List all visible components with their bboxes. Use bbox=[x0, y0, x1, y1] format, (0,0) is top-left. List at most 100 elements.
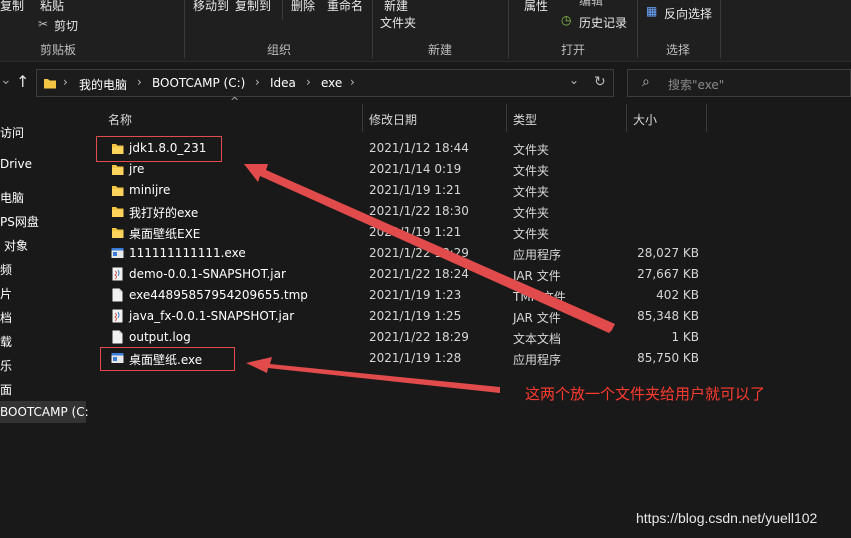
file-date: 2021/1/19 1:28 bbox=[369, 351, 462, 365]
invert-select-button[interactable]: 反向选择 bbox=[664, 5, 712, 22]
up-arrow-icon[interactable]: ↑ bbox=[16, 72, 29, 91]
move-to-button[interactable]: 移动到 bbox=[193, 0, 229, 14]
edit-button[interactable]: 编辑 bbox=[579, 0, 603, 9]
cut-button[interactable]: 剪切 bbox=[54, 17, 78, 34]
jar-icon bbox=[112, 267, 123, 281]
file-row[interactable]: 我打好的exe 2021/1/22 18:30 文件夹 bbox=[88, 201, 851, 222]
file-date: 2021/1/14 0:19 bbox=[369, 162, 462, 176]
exe-icon bbox=[111, 248, 124, 258]
file-name: jdk1.8.0_231 bbox=[129, 141, 207, 155]
chevron-right-icon: › bbox=[350, 75, 355, 89]
file-row[interactable]: java_fx-0.0.1-SNAPSHOT.jar 2021/1/19 1:25… bbox=[88, 306, 851, 327]
file-type: JAR 文件 bbox=[513, 269, 561, 283]
file-row[interactable]: exe44895857954209655.tmp 2021/1/19 1:23 TM… bbox=[88, 285, 851, 306]
address-bar[interactable]: › 我的电脑 › BOOTCAMP (C:) › Idea › exe › ⌄ … bbox=[36, 69, 614, 97]
breadcrumb-drive[interactable]: BOOTCAMP (C:) bbox=[152, 76, 245, 90]
group-open: 打开 bbox=[561, 43, 586, 57]
paste-button[interactable]: 粘贴 bbox=[40, 0, 64, 14]
ribbon-divider bbox=[372, 0, 373, 58]
file-type: 应用程序 bbox=[513, 248, 562, 262]
jar-icon bbox=[112, 309, 123, 323]
file-row[interactable]: minijre 2021/1/19 1:21 文件夹 bbox=[88, 180, 851, 201]
folder-icon bbox=[112, 144, 124, 154]
file-list: ^ 名称 修改日期 类型 大小 jdk1.8.0_231 2021/1/12 18… bbox=[88, 95, 851, 538]
folder-icon bbox=[112, 207, 124, 217]
delete-button[interactable]: 删除 bbox=[291, 0, 315, 14]
file-icon bbox=[112, 288, 123, 302]
file-type: 文本文档 bbox=[513, 332, 562, 346]
column-header-type[interactable]: 类型 bbox=[513, 111, 537, 128]
file-row[interactable]: jre 2021/1/14 0:19 文件夹 bbox=[88, 159, 851, 180]
file-type: TMP 文件 bbox=[513, 290, 566, 304]
rename-button[interactable]: 重命名 bbox=[327, 0, 363, 14]
file-size: 27,667 KB bbox=[637, 267, 699, 281]
sidebar-item-videos[interactable]: 频 bbox=[0, 261, 12, 278]
sidebar-item-quick-access[interactable]: 访问 bbox=[0, 124, 24, 141]
column-header-date[interactable]: 修改日期 bbox=[369, 111, 417, 128]
file-type: 文件夹 bbox=[513, 164, 550, 178]
chevron-right-icon: › bbox=[306, 75, 311, 89]
sidebar-item-wps-drive[interactable]: PS网盘 bbox=[0, 213, 39, 230]
chevron-right-icon: › bbox=[255, 75, 260, 89]
ribbon-divider bbox=[720, 0, 721, 58]
dropdown-chevron-icon[interactable]: ⌄ bbox=[569, 73, 579, 87]
sidebar-item-pictures[interactable]: 片 bbox=[0, 285, 12, 302]
search-box[interactable]: ⌕ 搜索"exe" bbox=[627, 69, 851, 97]
file-date: 2021/1/19 1:21 bbox=[369, 225, 462, 239]
file-size: 85,750 KB bbox=[637, 351, 699, 365]
breadcrumb-idea[interactable]: Idea bbox=[270, 76, 296, 90]
sidebar-item-documents[interactable]: 档 bbox=[0, 309, 12, 326]
column-header-name[interactable]: 名称 bbox=[108, 111, 132, 128]
copy-button[interactable]: 复制 bbox=[0, 0, 24, 14]
file-date: 2021/1/19 1:23 bbox=[369, 288, 462, 302]
file-date: 2021/1/22 18:24 bbox=[369, 267, 469, 281]
folder-icon bbox=[44, 79, 56, 89]
file-date: 2021/1/22 18:29 bbox=[369, 330, 469, 344]
refresh-icon[interactable]: ↻ bbox=[594, 74, 606, 90]
file-row[interactable]: 桌面壁纸.exe 2021/1/19 1:28 应用程序 85,750 KB bbox=[88, 348, 851, 369]
sidebar-item-bootcamp[interactable]: BOOTCAMP (C:) bbox=[0, 405, 93, 419]
sidebar-item-music[interactable]: 乐 bbox=[0, 357, 12, 374]
sidebar-item-downloads[interactable]: 载 bbox=[0, 333, 12, 350]
ribbon-divider bbox=[637, 0, 638, 58]
sidebar-item-3d-objects[interactable]: 对象 bbox=[4, 237, 28, 254]
group-organize: 组织 bbox=[267, 43, 292, 57]
file-name: jre bbox=[129, 162, 145, 176]
new-folder-button[interactable]: 文件夹 bbox=[380, 14, 416, 31]
search-placeholder: 搜索"exe" bbox=[668, 78, 725, 92]
file-name: 桌面壁纸.exe bbox=[129, 353, 203, 367]
sidebar-item-desktop[interactable]: 面 bbox=[0, 381, 12, 398]
new-button[interactable]: 新建 bbox=[384, 0, 408, 14]
sidebar-item-drive[interactable]: Drive bbox=[0, 157, 32, 171]
file-size: 402 KB bbox=[656, 288, 699, 302]
history-button[interactable]: 历史记录 bbox=[579, 14, 627, 31]
file-type: 文件夹 bbox=[513, 143, 550, 157]
file-name: 111111111111.exe bbox=[129, 246, 246, 260]
select-grid-icon: ▦ bbox=[646, 4, 658, 18]
group-new: 新建 bbox=[428, 43, 453, 57]
chevron-right-icon: › bbox=[63, 75, 68, 89]
chevron-down-icon[interactable]: ⌄ bbox=[0, 72, 12, 88]
file-row[interactable]: output.log 2021/1/22 18:29 文本文档 1 KB bbox=[88, 327, 851, 348]
file-size: 1 KB bbox=[671, 330, 699, 344]
breadcrumb-my-computer[interactable]: 我的电脑 bbox=[79, 76, 127, 93]
file-row[interactable]: 桌面壁纸EXE 2021/1/19 1:21 文件夹 bbox=[88, 222, 851, 243]
file-name: 桌面壁纸EXE bbox=[129, 227, 201, 241]
column-divider bbox=[506, 104, 507, 132]
file-date: 2021/1/22 18:29 bbox=[369, 246, 469, 260]
navigation-pane: 访问 Drive 电脑 PS网盘 对象 频 片 档 载 乐 面 BOOTCAMP… bbox=[0, 102, 93, 538]
ribbon: 复制 粘贴 ✂ 剪切 剪贴板 移动到 复制到 删除 重命名 组织 新建 文件夹 … bbox=[0, 0, 851, 62]
column-divider bbox=[706, 104, 707, 132]
folder-icon bbox=[112, 165, 124, 175]
breadcrumb-exe[interactable]: exe bbox=[321, 76, 342, 90]
sidebar-item-computer[interactable]: 电脑 bbox=[0, 189, 24, 206]
properties-button[interactable]: 属性 bbox=[524, 0, 548, 14]
file-row[interactable]: jdk1.8.0_231 2021/1/12 18:44 文件夹 bbox=[88, 138, 851, 159]
file-name: exe44895857954209655.tmp bbox=[129, 288, 308, 302]
search-icon: ⌕ bbox=[642, 74, 650, 90]
file-row[interactable]: demo-0.0.1-SNAPSHOT.jar 2021/1/22 18:24 JA… bbox=[88, 264, 851, 285]
file-size: 28,027 KB bbox=[637, 246, 699, 260]
file-row[interactable]: 111111111111.exe 2021/1/22 18:29 应用程序 28,02… bbox=[88, 243, 851, 264]
column-header-size[interactable]: 大小 bbox=[633, 111, 657, 128]
copy-to-button[interactable]: 复制到 bbox=[235, 0, 271, 14]
